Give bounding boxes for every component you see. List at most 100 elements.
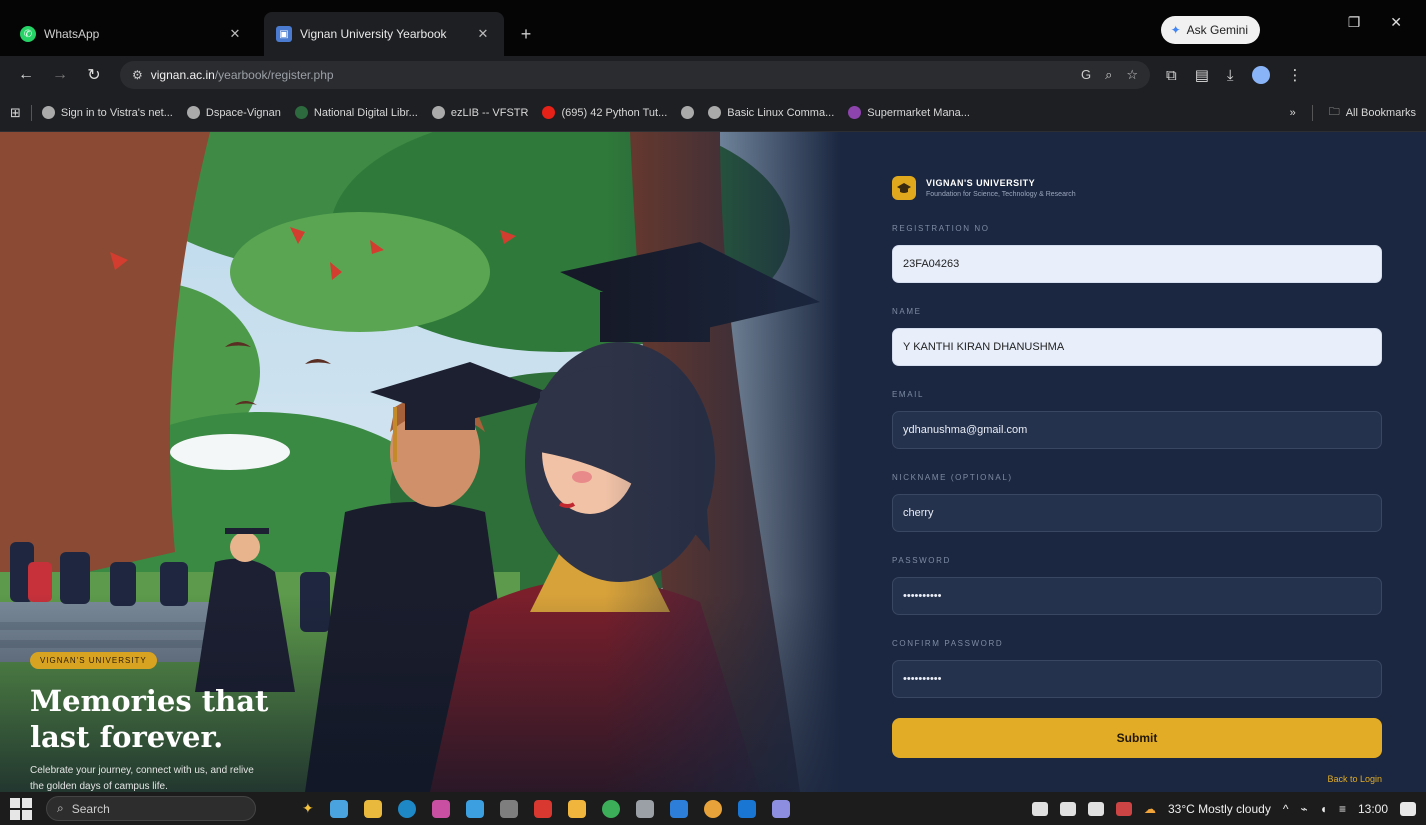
- acrobat-icon[interactable]: [533, 799, 552, 818]
- back-arrow-icon[interactable]: ←: [12, 61, 40, 89]
- explorer-icon[interactable]: [363, 799, 382, 818]
- ask-gemini-label: Ask Gemini: [1186, 23, 1248, 37]
- name-input[interactable]: Y KANTHI KIRAN DHANUSHMA: [892, 328, 1382, 366]
- bookmark-label: Supermarket Mana...: [867, 106, 970, 119]
- confirm-password-input[interactable]: ••••••••••: [892, 660, 1382, 698]
- notifications-icon[interactable]: [1400, 801, 1416, 816]
- keyboard-icon[interactable]: ≡: [1339, 802, 1346, 816]
- tab-title: Vignan University Yearbook: [300, 27, 447, 41]
- close-tab-icon[interactable]: ✕: [226, 26, 244, 42]
- tab-whatsapp[interactable]: ✆ WhatsApp ✕: [8, 12, 256, 56]
- bookmarks-divider: [1311, 104, 1313, 121]
- site-info-icon[interactable]: ⚙: [132, 68, 143, 82]
- settings-icon[interactable]: [1115, 801, 1132, 816]
- bookmark-item[interactable]: (695) 42 Python Tut...: [542, 106, 667, 119]
- taskview-icon[interactable]: [329, 799, 348, 818]
- hero-title-line-1: Memories that: [30, 684, 269, 718]
- globe-icon: [431, 106, 445, 119]
- bookmark-item[interactable]: Supermarket Mana...: [848, 106, 970, 119]
- terminal-icon[interactable]: [635, 799, 654, 818]
- volume-icon[interactable]: ◖: [1320, 802, 1327, 816]
- edge-icon[interactable]: [397, 799, 416, 818]
- reload-icon[interactable]: ↻: [80, 61, 108, 89]
- bookmark-star-icon[interactable]: ☆: [1126, 67, 1138, 83]
- university-logo-icon: [892, 176, 916, 200]
- more-bookmarks-icon[interactable]: »: [1290, 107, 1296, 119]
- close-tab-icon[interactable]: ✕: [474, 26, 492, 42]
- register-page: VIGNAN'S UNIVERSITY Memories that last f…: [0, 132, 1426, 792]
- sidepanel-icon[interactable]: ▤: [1195, 66, 1209, 84]
- bookmarks-bar: ⊞ Sign in to Vistra's net... Dspace-Vign…: [0, 94, 1426, 132]
- bookmark-label: Dspace-Vignan: [205, 106, 281, 119]
- widgets-icon[interactable]: ✦: [302, 800, 314, 817]
- taskbar-search-box[interactable]: ⌕ Search: [46, 796, 256, 821]
- close-window-icon[interactable]: ✕: [1390, 14, 1402, 31]
- clock-time[interactable]: 13:00: [1358, 802, 1388, 816]
- email-label: EMAIL: [892, 390, 925, 399]
- registration-field: REGISTRATION NO 23FA04263: [892, 224, 1382, 283]
- url-domain: vignan.ac.in: [150, 68, 215, 82]
- translate-icon[interactable]: G: [1081, 67, 1091, 83]
- globe-icon: [186, 106, 200, 119]
- bookmark-item[interactable]: National Digital Libr...: [294, 106, 418, 119]
- windows-taskbar: ⌕ Search ✦ ☁ 33°C Mostly cloudy ^ ⌁ ◖ ≡ …: [0, 792, 1426, 825]
- hero-badge: VIGNAN'S UNIVERSITY: [30, 652, 157, 669]
- forward-arrow-icon[interactable]: →: [46, 61, 74, 89]
- weather-icon: ☁: [1143, 801, 1156, 816]
- camera-icon[interactable]: [1031, 801, 1048, 816]
- bookmark-item[interactable]: ezLIB -- VFSTR: [431, 106, 528, 119]
- hero-title-line-2: last forever.: [30, 720, 224, 754]
- url-path: /yearbook/register.php: [214, 68, 334, 82]
- weather-text[interactable]: 33°C Mostly cloudy: [1168, 802, 1271, 816]
- bookmark-label: Sign in to Vistra's net...: [60, 106, 173, 119]
- restore-icon[interactable]: ❐: [1348, 14, 1361, 31]
- menu-kebab-icon[interactable]: ⋮: [1288, 66, 1303, 84]
- name-field: NAME Y KANTHI KIRAN DHANUSHMA: [892, 307, 1382, 366]
- zoom-icon[interactable]: ⌕: [1105, 67, 1112, 83]
- browser-tab-bar: ✆ WhatsApp ✕ ▣ Vignan University Yearboo…: [0, 0, 1426, 56]
- new-tab-button[interactable]: +: [512, 20, 540, 48]
- tab-yearbook[interactable]: ▣ Vignan University Yearbook ✕: [264, 12, 504, 56]
- registration-label: REGISTRATION NO: [892, 224, 990, 233]
- vscode-icon[interactable]: [669, 799, 688, 818]
- nickname-label: NICKNAME (OPTIONAL): [892, 473, 1013, 482]
- ndl-icon: [294, 106, 308, 119]
- search-placeholder: Search: [71, 801, 110, 816]
- tray-chevron-icon[interactable]: ^: [1283, 802, 1289, 816]
- back-to-login-link[interactable]: Back to Login: [1327, 774, 1382, 784]
- copilot-icon[interactable]: [431, 799, 450, 818]
- chrome-icon[interactable]: [601, 799, 620, 818]
- paint-icon[interactable]: [771, 799, 790, 818]
- bookmark-item[interactable]: Sign in to Vistra's net...: [41, 106, 173, 119]
- globe-icon: [41, 106, 55, 119]
- outlook-icon[interactable]: [737, 799, 756, 818]
- chrome-profile-icon[interactable]: [703, 799, 722, 818]
- video-icon[interactable]: [1059, 801, 1076, 816]
- apps-grid-icon[interactable]: ⊞: [10, 105, 21, 121]
- download-icon[interactable]: ⤓: [1227, 67, 1234, 84]
- notes-icon[interactable]: [1087, 801, 1104, 816]
- bookmark-item[interactable]: Dspace-Vignan: [186, 106, 281, 119]
- address-bar[interactable]: ⚙ vignan.ac.in/yearbook/register.php G ⌕…: [120, 61, 1150, 89]
- submit-button[interactable]: Submit: [892, 718, 1382, 758]
- all-bookmarks-folder[interactable]: 🗀 All Bookmarks: [1329, 103, 1416, 122]
- registration-input[interactable]: 23FA04263: [892, 245, 1382, 283]
- bookmark-label: National Digital Libr...: [313, 106, 418, 119]
- network-icon[interactable]: ⌁: [1300, 802, 1307, 816]
- ask-gemini-button[interactable]: ✦ Ask Gemini: [1160, 16, 1260, 44]
- calculator-icon[interactable]: [499, 799, 518, 818]
- profile-avatar[interactable]: [1251, 66, 1270, 84]
- window-controls: ❐ ✕: [1348, 14, 1426, 31]
- email-input[interactable]: ydhanushma@gmail.com: [892, 411, 1382, 449]
- password-label: PASSWORD: [892, 556, 951, 565]
- store-icon[interactable]: [465, 799, 484, 818]
- windows-start-icon[interactable]: [10, 797, 32, 820]
- nickname-input[interactable]: cherry: [892, 494, 1382, 532]
- bookmark-item[interactable]: Basic Linux Comma...: [708, 106, 834, 119]
- bookmark-item[interactable]: [681, 106, 695, 119]
- extensions-icon[interactable]: ⧉: [1166, 67, 1177, 84]
- password-input[interactable]: ••••••••••: [892, 577, 1382, 615]
- hero-subtitle: Celebrate your journey, connect with us,…: [30, 765, 254, 792]
- files-icon[interactable]: [567, 799, 586, 818]
- email-field: EMAIL ydhanushma@gmail.com: [892, 390, 1382, 449]
